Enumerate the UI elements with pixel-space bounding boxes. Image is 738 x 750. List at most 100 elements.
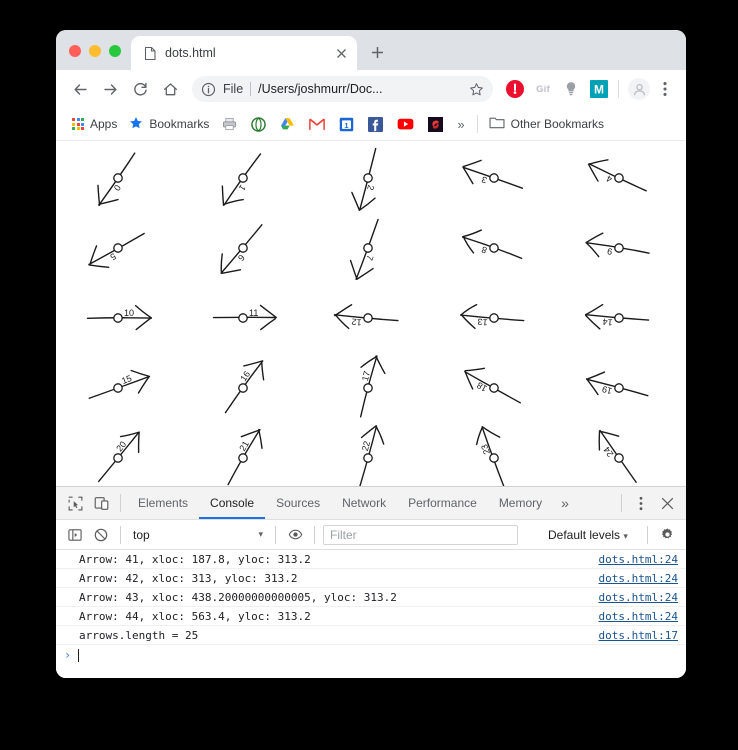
bookmarks-bar: Apps Bookmarks 1 » Other Bookmarks <box>56 108 686 141</box>
tab-network[interactable]: Network <box>331 488 397 519</box>
bookmark-facebook[interactable] <box>361 114 390 135</box>
bookmark-drive[interactable] <box>273 114 302 134</box>
gear-icon[interactable] <box>654 522 680 548</box>
inspect-element-icon[interactable] <box>62 490 88 516</box>
console-context-selector[interactable]: top ▾ <box>127 528 269 542</box>
arrow-label: 24 <box>601 445 615 459</box>
bookmark-opera[interactable] <box>244 114 273 135</box>
console-context-value: top <box>133 527 150 542</box>
arrow-label: 16 <box>238 369 252 383</box>
levels-chevron-down-icon: ▾ <box>623 530 628 541</box>
console-levels-label: Default levels <box>548 527 621 542</box>
bookmark-calendar[interactable]: 1 <box>332 114 361 135</box>
arrow-label: 8 <box>480 244 488 255</box>
svg-text:M: M <box>594 83 604 97</box>
arrow-label: 2 <box>366 184 377 191</box>
live-expression-icon[interactable] <box>282 522 308 548</box>
bookmark-bookmarks-label: Bookmarks <box>149 117 210 131</box>
console-log-source-link[interactable]: dots.html:24 <box>599 591 678 604</box>
bookmark-gmail[interactable] <box>302 115 332 134</box>
minimize-window-button[interactable] <box>89 45 101 57</box>
arrow-glyph: 23 <box>444 423 544 486</box>
arrow-glyph: 19 <box>569 353 669 423</box>
bookmark-apps[interactable]: Apps <box>66 114 123 134</box>
arrow-glyph: 15 <box>68 353 168 423</box>
arrow-label: 4 <box>605 173 614 184</box>
forward-button[interactable] <box>96 75 124 103</box>
arrow-label: 7 <box>365 254 376 262</box>
tab-title: dots.html <box>165 46 216 60</box>
arrow-glyph: 9 <box>569 213 669 283</box>
console-output[interactable]: Arrow: 41, xloc: 187.8, yloc: 313.2 dots.… <box>56 550 686 678</box>
clear-console-icon[interactable] <box>88 522 114 548</box>
console-filter-bar: top ▾ Default levels ▾ <box>56 520 686 550</box>
arrow-glyph: 13 <box>444 283 544 353</box>
bookmark-dark[interactable] <box>421 114 450 135</box>
console-prompt-row[interactable]: › <box>56 645 686 665</box>
tab-sources[interactable]: Sources <box>265 488 331 519</box>
console-levels-selector[interactable]: Default levels ▾ <box>540 528 636 542</box>
bookmark-other-bookmarks[interactable]: Other Bookmarks <box>483 113 610 135</box>
opera-touch-extension-icon[interactable] <box>503 77 527 101</box>
reload-button[interactable] <box>126 75 154 103</box>
back-button[interactable] <box>66 75 94 103</box>
console-log-text: arrows.length = 25 <box>79 628 199 642</box>
console-sidebar-icon[interactable] <box>62 522 88 548</box>
bookmark-youtube[interactable] <box>390 115 421 133</box>
toggle-device-toolbar-icon[interactable] <box>88 490 114 516</box>
home-button[interactable] <box>156 75 184 103</box>
bookmark-star-icon[interactable] <box>465 78 487 100</box>
devtools-more-tabs-button[interactable]: » <box>553 495 577 511</box>
bookmark-printer[interactable] <box>215 114 244 134</box>
arrow-glyph: 24 <box>569 423 669 486</box>
console-log-row: Arrow: 42, xloc: 313, yloc: 313.2 dots.ht… <box>56 569 686 588</box>
arrow-glyph: 16 <box>193 353 293 423</box>
maximize-window-button[interactable] <box>109 45 121 57</box>
bookmarks-overflow-button[interactable]: » <box>450 114 471 135</box>
console-log-source-link[interactable]: dots.html:24 <box>599 610 678 623</box>
tab-memory[interactable]: Memory <box>488 488 553 519</box>
address-bar[interactable]: File /Users/joshmurr/Doc... <box>192 76 493 102</box>
tab-console[interactable]: Console <box>199 488 266 519</box>
browser-window: dots.html File /Users/joshmurr/Doc... Gi… <box>56 30 686 678</box>
close-devtools-button[interactable] <box>654 490 680 516</box>
devtools-divider-right <box>621 494 622 512</box>
console-text-cursor <box>78 648 79 662</box>
arrow-glyph: 0 <box>68 143 168 213</box>
console-log-source-link[interactable]: dots.html:24 <box>599 572 678 585</box>
arrow-glyph: 10 <box>68 283 168 353</box>
window-controls <box>56 45 131 70</box>
bookmark-folder-bookmarks[interactable]: Bookmarks <box>123 113 215 136</box>
bookmarks-divider <box>476 115 478 133</box>
browser-tab[interactable]: dots.html <box>131 36 357 70</box>
arrow-label: 21 <box>238 439 252 453</box>
url-text[interactable]: /Users/joshmurr/Doc... <box>258 82 458 96</box>
devtools-menu-button[interactable] <box>628 490 654 516</box>
arrow-glyph: 20 <box>68 423 168 486</box>
arrow-glyph: 17 <box>318 353 418 423</box>
console-log-source-link[interactable]: dots.html:24 <box>599 553 678 566</box>
bulb-extension-icon[interactable] <box>559 77 583 101</box>
tab-elements[interactable]: Elements <box>127 488 199 519</box>
chrome-menu-button[interactable] <box>654 77 676 101</box>
momentum-extension-icon[interactable]: M <box>587 77 611 101</box>
tab-performance[interactable]: Performance <box>397 488 488 519</box>
desktop-background: dots.html File /Users/joshmurr/Doc... Gi… <box>0 0 738 750</box>
arrow-label: 20 <box>114 439 128 453</box>
new-tab-button[interactable] <box>363 38 391 66</box>
arrow-label: 14 <box>602 317 613 328</box>
arrow-glyph: 22 <box>318 423 418 486</box>
browser-toolbar: File /Users/joshmurr/Doc... Gif M <box>56 70 686 108</box>
arrow-glyph: 3 <box>444 143 544 213</box>
close-tab-button[interactable] <box>333 45 349 61</box>
arrow-label: 18 <box>475 380 489 394</box>
console-log-source-link[interactable]: dots.html:17 <box>599 629 678 642</box>
page-info-icon[interactable] <box>201 82 216 97</box>
gif-extension-icon[interactable]: Gif <box>531 77 555 101</box>
chevron-down-icon: ▾ <box>258 529 263 539</box>
profile-avatar[interactable] <box>628 78 650 100</box>
close-window-button[interactable] <box>69 45 81 57</box>
console-filter-input[interactable] <box>323 524 518 545</box>
arrow-glyph: 1 <box>193 143 293 213</box>
console-log-text: Arrow: 42, xloc: 313, yloc: 313.2 <box>79 571 298 585</box>
